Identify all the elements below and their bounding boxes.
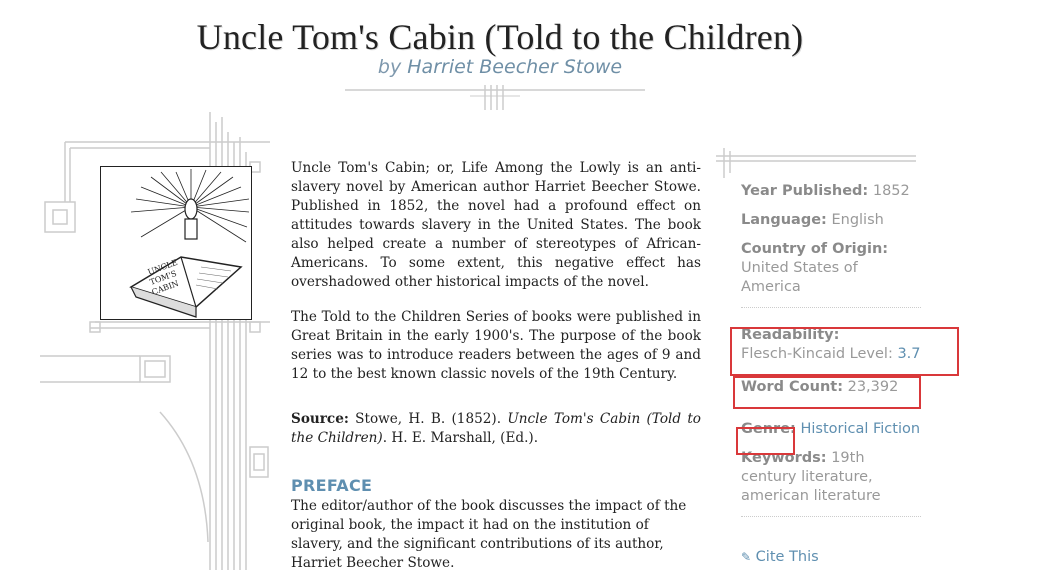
year-label: Year Published: (741, 183, 869, 199)
preface-text: The editor/author of the book discusses … (291, 498, 687, 571)
divider (741, 516, 921, 517)
preface-heading: PREFACE (291, 476, 373, 495)
country-value: United States of America (741, 260, 858, 295)
byline: by Harriet Beecher Stowe (0, 56, 1000, 78)
book-cover-image: UNCLE TOM'S CABIN (100, 166, 252, 320)
book-description: Uncle Tom's Cabin; or, Life Among the Lo… (291, 159, 701, 464)
description-paragraph-2: The Told to the Children Series of books… (291, 309, 701, 382)
keywords: Keywords: 19th century literature, ameri… (741, 449, 921, 506)
year-value: 1852 (872, 183, 910, 199)
source-label: Source: (291, 411, 349, 427)
highlight-box-word-count (733, 376, 921, 409)
book-title: Uncle Tom's Cabin (Told to the Children) (196, 17, 804, 57)
byline-prefix: by (377, 56, 402, 78)
language-label: Language: (741, 212, 827, 228)
description-paragraph-1: Uncle Tom's Cabin; or, Life Among the Lo… (291, 160, 701, 290)
source-citation: Source: Stowe, H. B. (1852). Uncle Tom's… (291, 410, 701, 448)
pencil-icon: ✎ (741, 550, 752, 564)
sidebar-ornament (716, 148, 916, 178)
title-ornament (345, 85, 645, 110)
highlight-box-readability (730, 327, 959, 376)
year-published: Year Published: 1852 (741, 182, 921, 201)
highlight-box-genre (736, 427, 795, 455)
author-link[interactable]: Harriet Beecher Stowe (407, 56, 622, 78)
country-of-origin: Country of Origin: United States of Amer… (741, 240, 921, 297)
book-cover-illustration: UNCLE TOM'S CABIN (129, 169, 250, 318)
language: Language: English (741, 211, 921, 230)
cite-this-link[interactable]: ✎ Cite This (741, 549, 819, 565)
cite-label: Cite This (755, 549, 819, 565)
source-post: . H. E. Marshall, (Ed.). (382, 430, 539, 446)
country-label: Country of Origin: (741, 241, 889, 257)
genre-link[interactable]: Historical Fiction (800, 421, 920, 437)
divider (741, 307, 921, 308)
language-value: English (831, 212, 884, 228)
source-pre: Stowe, H. B. (1852). (355, 411, 502, 427)
